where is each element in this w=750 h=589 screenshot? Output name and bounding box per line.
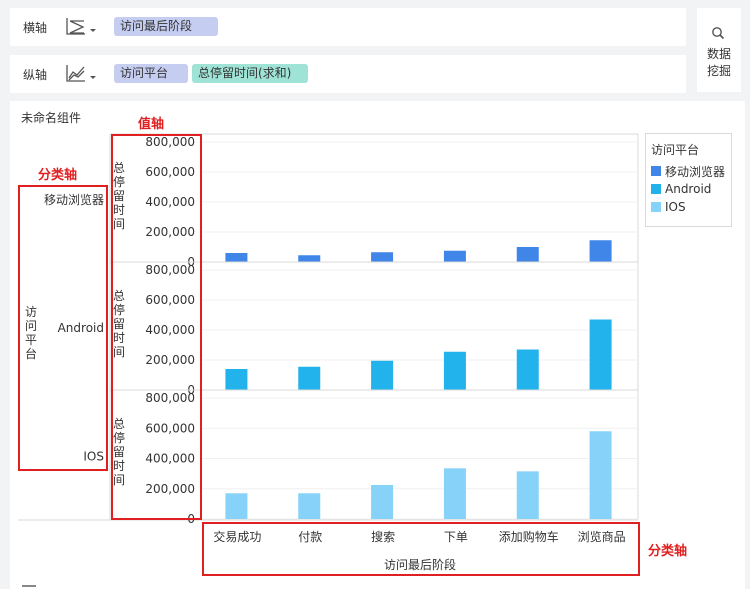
bar [589, 240, 612, 262]
bar [443, 468, 466, 519]
bar [225, 369, 248, 390]
value-axis-highlight [111, 134, 202, 520]
legend-item[interactable]: Android [651, 180, 731, 198]
legend-title: 访问平台 [651, 143, 700, 157]
bar [516, 471, 539, 519]
bar [589, 431, 612, 519]
bar [298, 493, 321, 519]
legend: 访问平台 移动浏览器 Android IOS [645, 133, 732, 227]
legend-label: IOS [665, 200, 686, 214]
legend-swatch [651, 184, 661, 194]
legend-label: Android [665, 182, 712, 196]
legend-item[interactable]: IOS [651, 198, 731, 216]
bar [225, 253, 248, 262]
bar [371, 252, 394, 262]
category-axis-highlight-bottom [202, 522, 640, 576]
legend-swatch [651, 202, 661, 212]
legend-label: 移动浏览器 [665, 164, 726, 179]
bar [516, 349, 539, 390]
category-axis-annotation-bottom: 分类轴 [648, 544, 688, 559]
bar [298, 366, 321, 390]
bar [371, 360, 394, 390]
bar [443, 351, 466, 390]
scroll-indicator [22, 585, 36, 587]
value-axis-annotation: 值轴 [138, 117, 165, 132]
bar [225, 493, 248, 519]
bar [589, 319, 612, 390]
bar [516, 247, 539, 262]
category-axis-highlight-left [18, 185, 108, 471]
legend-item[interactable]: 移动浏览器 [651, 162, 731, 180]
bar [371, 484, 394, 519]
bar [443, 250, 466, 262]
bar [298, 255, 321, 262]
legend-swatch [651, 166, 661, 176]
category-axis-annotation-left: 分类轴 [38, 168, 78, 183]
